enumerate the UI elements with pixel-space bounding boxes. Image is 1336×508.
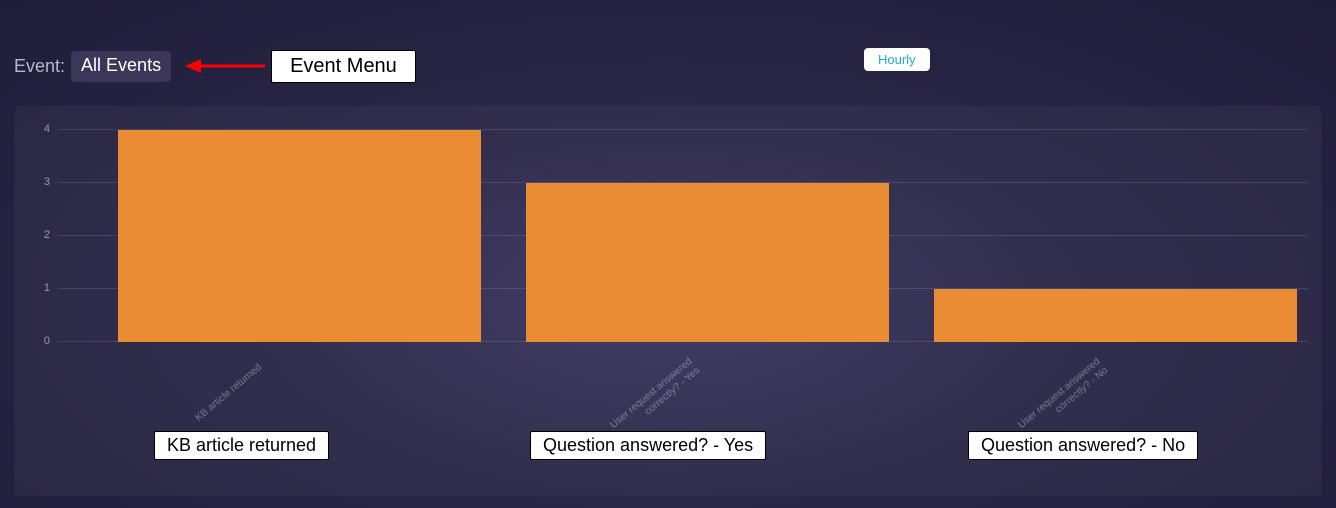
hourly-button[interactable]: Hourly <box>864 48 930 71</box>
bar-label-callout: Question answered? - Yes <box>530 431 766 460</box>
bar-answered-no[interactable] <box>934 289 1297 342</box>
event-filter-label: Event: <box>14 56 65 77</box>
x-tick-label: KB article returned <box>193 362 264 424</box>
top-controls: Event: All Events Event Menu Hourly <box>14 48 1322 84</box>
plot-area: 0 1 2 3 4 <box>58 130 1308 342</box>
event-menu-callout: Event Menu <box>271 50 416 83</box>
events-bar-chart: 0 1 2 3 4 KB article returned User reque… <box>14 106 1322 496</box>
y-tick: 2 <box>44 229 58 241</box>
x-tick-label: User request answered correctly? - No <box>1016 356 1111 441</box>
event-filter-select[interactable]: All Events <box>71 51 171 82</box>
y-tick: 0 <box>44 335 58 347</box>
bar-answered-yes[interactable] <box>526 183 889 342</box>
x-tick-label: User request answered correctly? - Yes <box>608 356 703 441</box>
y-tick: 1 <box>44 282 58 294</box>
event-menu-arrow-icon <box>185 56 265 76</box>
bar-kb-article-returned[interactable] <box>118 130 481 342</box>
y-tick: 3 <box>44 176 58 188</box>
bar-label-callout: Question answered? - No <box>968 431 1198 460</box>
y-tick: 4 <box>44 123 58 135</box>
bar-label-callout: KB article returned <box>154 431 329 460</box>
